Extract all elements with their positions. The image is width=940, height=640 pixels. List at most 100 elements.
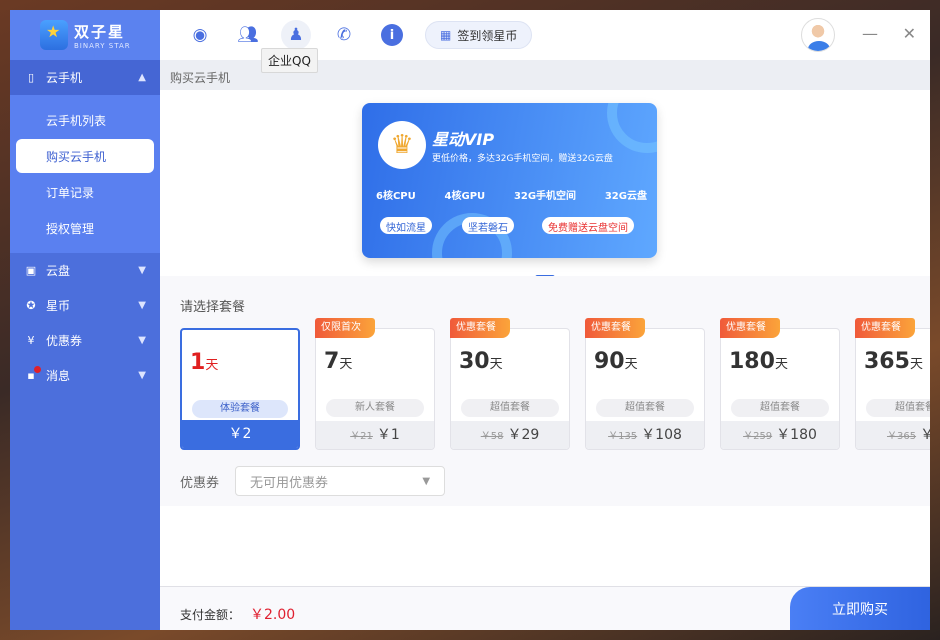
spec: 32G手机空间 xyxy=(513,191,577,202)
chevron-up-icon: ▲ xyxy=(138,72,146,83)
price-value: ￥1 xyxy=(376,427,400,443)
sidebar-group-cloud-phone[interactable]: ▯ 云手机 ▲ xyxy=(10,60,160,95)
package-label: 超值套餐 xyxy=(461,399,559,417)
phone-icon: ▯ xyxy=(27,71,35,84)
original-price: ￥21 xyxy=(350,431,373,442)
sidebar-item-orders[interactable]: 订单记录 xyxy=(16,175,154,209)
days-value: 90 xyxy=(594,349,625,374)
sidebar-item-authorization[interactable]: 授权管理 xyxy=(16,211,154,245)
sidebar-item-buy-phone[interactable]: 购买云手机 xyxy=(16,139,154,173)
coupon-select[interactable]: 无可用优惠券 ▼ xyxy=(235,466,446,496)
tooltip: 企业QQ xyxy=(261,48,318,73)
days-unit: 天 xyxy=(624,357,638,372)
group-label: 云盘 xyxy=(46,264,71,278)
caret-down-icon: ▼ xyxy=(422,475,431,487)
days-unit: 天 xyxy=(205,358,219,373)
package-days: 1天 xyxy=(190,350,218,375)
amount-value: ￥2.00 xyxy=(250,607,296,623)
package-card[interactable]: 30天 超值套餐 ￥58 ￥29 xyxy=(450,328,570,450)
days-value: 30 xyxy=(459,349,490,374)
sign-in-button[interactable]: ▦ 签到领星币 xyxy=(425,21,533,49)
group-label: 优惠券 xyxy=(46,334,83,348)
days-unit: 天 xyxy=(774,357,788,372)
package-days: 7天 xyxy=(324,349,352,374)
days-value: 180 xyxy=(729,349,775,374)
package-price: ￥21 ￥1 xyxy=(316,421,434,449)
banner-subtitle: 更低价格，多达32G手机空间，赠送32G云盘 xyxy=(432,154,613,164)
vip-banner[interactable]: ♛ 星动VIP 更低价格，多达32G手机空间，赠送32G云盘 6核CPU 4核GP… xyxy=(362,103,657,258)
package-tag: 优惠套餐 xyxy=(720,318,780,338)
package-tag: 优惠套餐 xyxy=(855,318,915,338)
app-name: 双子星 xyxy=(74,22,126,41)
package-card[interactable]: 180天 超值套餐 ￥259 ￥180 xyxy=(720,328,840,450)
package-tag: 优惠套餐 xyxy=(450,318,510,338)
package-card[interactable]: 7天 新人套餐 ￥21 ￥1 xyxy=(315,328,435,450)
package-card[interactable]: 1天 体验套餐 ￥2 xyxy=(180,328,300,450)
banner-title: 星动VIP xyxy=(432,130,495,149)
spec: 6核CPU xyxy=(376,191,416,202)
package-days: 90天 xyxy=(594,349,638,374)
package-tag: 仅限首次 xyxy=(315,318,375,338)
spec: 4核GPU xyxy=(444,191,486,202)
pay-amount: 支付金额： ￥2.00 xyxy=(180,604,295,624)
banner-carousel: ♛ 星动VIP 更低价格，多达32G手机空间，赠送32G云盘 6核CPU 4核GP… xyxy=(160,90,930,280)
days-value: 1 xyxy=(190,350,206,375)
package-card[interactable]: 90天 超值套餐 ￥135 ￥108 xyxy=(585,328,705,450)
sidebar-item-phone-list[interactable]: 云手机列表 xyxy=(16,103,154,137)
qq-icon[interactable]: ♟ xyxy=(281,20,311,50)
app-name-en: BINARY STAR xyxy=(74,41,131,50)
coupon-label: 优惠券 xyxy=(180,475,220,491)
package-title: 请选择套餐 xyxy=(180,300,246,315)
chevron-down-icon: ▼ xyxy=(138,265,146,276)
days-unit: 天 xyxy=(909,357,923,372)
spec: 32G云盘 xyxy=(604,191,647,202)
crown-icon: ♛ xyxy=(378,121,426,169)
pay-label: 支付金额： xyxy=(180,608,241,622)
price-value: ￥2 xyxy=(228,426,252,442)
sidebar-group-coins[interactable]: ✪ 星币 ▼ xyxy=(10,288,160,323)
package-tag: 优惠套餐 xyxy=(585,318,645,338)
coin-icon: ✪ xyxy=(26,299,36,312)
sidebar-group-messages[interactable]: ▪ 消息 ▼ xyxy=(10,358,160,393)
sidebar-group-coupons[interactable]: ¥ 优惠券 ▼ xyxy=(10,323,160,358)
submenu: 云手机列表 购买云手机 订单记录 授权管理 xyxy=(10,95,160,253)
calendar-icon: ▦ xyxy=(440,28,452,42)
package-days: 30天 xyxy=(459,349,503,374)
package-label: 新人套餐 xyxy=(326,399,424,417)
group-label: 星币 xyxy=(46,299,71,313)
days-value: 365 xyxy=(864,349,910,374)
cloud-disk-icon: ▣ xyxy=(25,264,37,277)
group-label: 消息 xyxy=(46,369,71,383)
price-value: ￥29 xyxy=(507,427,540,443)
sign-in-label: 签到领星币 xyxy=(457,28,518,43)
users-icon[interactable]: 👥︎ xyxy=(233,20,263,50)
banner-tag: 免费赠送云盘空间 xyxy=(542,217,634,234)
avatar[interactable] xyxy=(801,18,835,52)
package-price: ￥2 xyxy=(182,420,298,448)
chevron-down-icon: ▼ xyxy=(138,370,146,381)
original-price: ￥365 xyxy=(886,431,917,442)
package-card[interactable]: 365天 超值套餐 ￥365￥2 xyxy=(855,328,930,450)
message-icon: ▪ xyxy=(24,365,41,383)
group-label: 云手机 xyxy=(46,71,83,85)
chevron-down-icon: ▼ xyxy=(138,300,146,311)
buy-now-button[interactable]: 立即购买 xyxy=(790,587,930,630)
price-value: ￥180 xyxy=(776,427,817,443)
minimize-icon[interactable]: — xyxy=(862,24,878,43)
chevron-down-icon: ▼ xyxy=(138,335,146,346)
coupon-value: 无可用优惠券 xyxy=(250,475,329,491)
phone-call-icon[interactable]: ✆ xyxy=(329,20,359,50)
price-value: ￥2 xyxy=(920,427,930,443)
robot-icon[interactable]: ◉ xyxy=(185,20,215,50)
price-value: ￥108 xyxy=(641,427,682,443)
sidebar-group-cloud-disk[interactable]: ▣ 云盘 ▼ xyxy=(10,253,160,288)
original-price: ￥135 xyxy=(608,431,638,442)
info-icon[interactable]: i xyxy=(377,20,407,50)
close-icon[interactable]: ✕ xyxy=(903,24,916,43)
banner-specs: 6核CPU 4核GPU 32G手机空间 32G云盘 xyxy=(376,187,647,202)
sidebar: 双子星BINARY STAR ▯ 云手机 ▲ 云手机列表 购买云手机 订单记录 授权… xyxy=(10,10,160,630)
banner-tag: 快如流星 xyxy=(380,217,432,234)
package-label: 超值套餐 xyxy=(731,399,829,417)
days-unit: 天 xyxy=(339,357,353,372)
coupon-icon: ¥ xyxy=(27,334,35,347)
